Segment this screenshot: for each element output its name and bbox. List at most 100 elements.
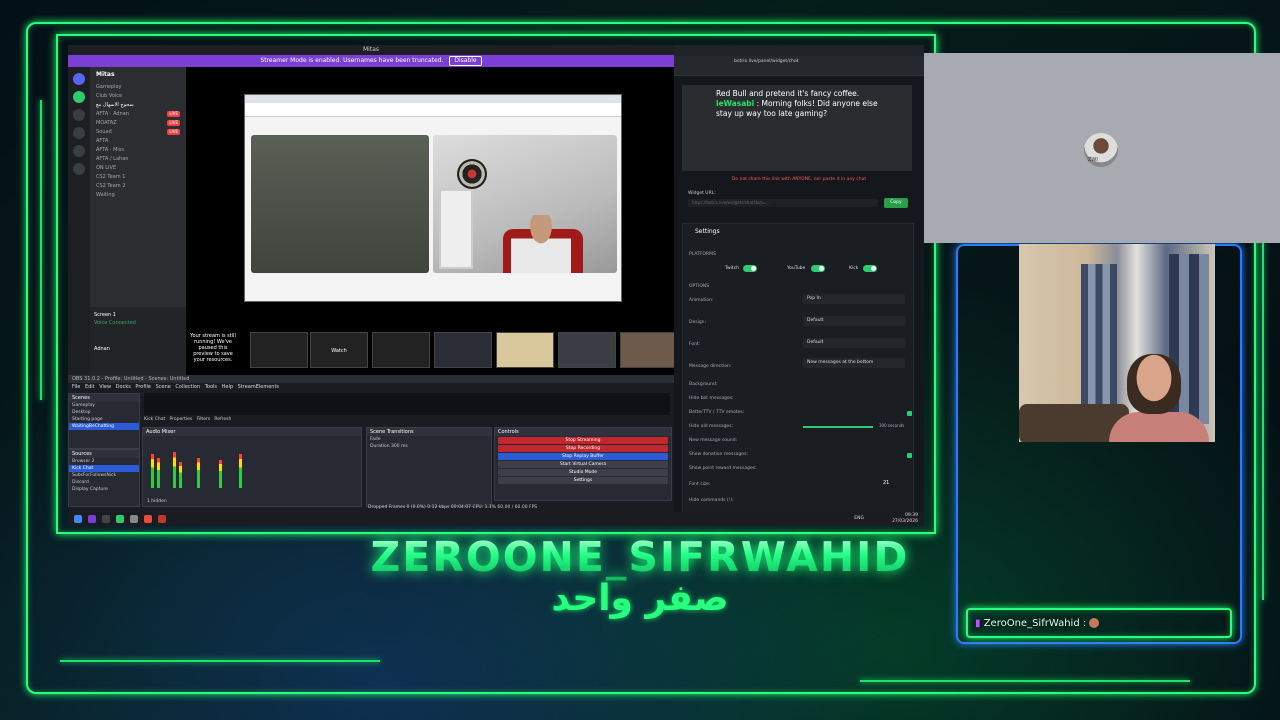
refresh-button[interactable]: Refresh [214, 417, 231, 422]
language-indicator[interactable]: ENG [854, 516, 864, 521]
circuit-line [860, 680, 1190, 682]
stream-thumb[interactable] [372, 332, 430, 368]
platforms-label: PLATFORMS [689, 252, 716, 257]
font-select[interactable]: Default [803, 338, 905, 348]
scene-item[interactable]: Starting page [69, 416, 139, 423]
server-icon[interactable] [73, 109, 85, 121]
scene-item[interactable]: Desktop [69, 409, 139, 416]
stream-thumb[interactable] [434, 332, 492, 368]
stop-streaming-button[interactable]: Stop Streaming [498, 437, 668, 444]
channel-user[interactable]: AFTA · Adnan [96, 110, 180, 119]
voice-panel: Screen 1 Voice Connected Adnan [90, 307, 186, 375]
stream-thumb[interactable] [620, 332, 674, 368]
stream-thumb[interactable] [558, 332, 616, 368]
youtube-toggle[interactable] [811, 265, 825, 272]
browser-tabs[interactable] [674, 45, 924, 56]
channel-item[interactable]: Club Voice [96, 92, 180, 101]
option-label: Show donation messages: [689, 452, 748, 457]
server-name[interactable]: Mitas [96, 71, 180, 83]
source-item[interactable]: Display Capture [69, 486, 139, 493]
clock[interactable]: 09:39 27/03/2026 [892, 513, 918, 525]
discord-window: Mitas Streamer Mode is enabled. Username… [68, 45, 674, 375]
platform-twitch: Twitch [725, 266, 740, 271]
animation-label: Animation: [689, 298, 714, 303]
hide-old-slider[interactable] [803, 426, 873, 428]
dartboard [457, 159, 487, 189]
stream-thumb[interactable] [250, 332, 308, 368]
channel-item[interactable]: CS2 Team 2 [96, 182, 180, 191]
donation-checkbox[interactable] [907, 453, 912, 458]
transition-select[interactable]: Fade [367, 436, 491, 443]
mixer-panel: Audio Mixer 1 hidden [142, 427, 362, 507]
taskbar-app-icon[interactable] [144, 515, 152, 523]
option-label: Show point reward messages: [689, 466, 757, 471]
server-icon[interactable] [73, 91, 85, 103]
disable-button[interactable]: Disable [449, 56, 482, 66]
source-item[interactable]: Kick Chat [69, 465, 139, 472]
stream-stage: Your stream is still running! We've paus… [186, 67, 674, 375]
design-select[interactable]: Default [803, 316, 905, 326]
shared-screen[interactable] [244, 94, 622, 302]
taskbar-app-icon[interactable] [88, 515, 96, 523]
server-icon[interactable] [73, 163, 85, 175]
stop-replay-button[interactable]: Stop Replay Buffer [498, 453, 668, 460]
channel-user[interactable]: AFTA · Miss [96, 146, 180, 155]
filters-button[interactable]: Filters [197, 417, 211, 422]
properties-button[interactable]: Properties [170, 417, 193, 422]
audio-meter [239, 454, 242, 488]
start-icon[interactable] [74, 515, 82, 523]
obs-preview[interactable] [144, 393, 670, 415]
clock-date: 27/03/2026 [892, 519, 918, 524]
settings-button[interactable]: Settings [498, 477, 668, 484]
url-bar[interactable]: botrix.live/panel/widget/chat [674, 56, 924, 67]
hide-old-value: 300 seconds [879, 423, 905, 428]
direction-select[interactable]: New messages at the bottom [803, 358, 905, 368]
server-icon[interactable] [73, 73, 85, 85]
studio-mode-button[interactable]: Studio Mode [498, 469, 668, 476]
server-icon[interactable] [73, 145, 85, 157]
widget-url-field[interactable]: https://botrix.live/widgets/chat?bid=... [688, 199, 878, 207]
channel-user[interactable]: Souad [96, 128, 180, 137]
bttv-checkbox[interactable] [907, 411, 912, 416]
channel-item[interactable]: CS2 Team 1 [96, 173, 180, 182]
user-name[interactable]: Adnan [94, 346, 182, 352]
twitch-toggle[interactable] [743, 265, 757, 272]
taskbar-app-icon[interactable] [116, 515, 124, 523]
channel-item[interactable]: Gameplay [96, 83, 180, 92]
channel-item[interactable]: Waiting [96, 191, 180, 200]
browser-bar [245, 95, 621, 103]
channel-user[interactable]: AFTA [96, 137, 180, 146]
option-label: Hide commands (!): [689, 498, 734, 503]
duration-field[interactable]: Duration 300 ms [367, 443, 491, 450]
scene-item[interactable]: Gameplay [69, 402, 139, 409]
stream-thumb[interactable] [496, 332, 554, 368]
chat-username: leWasabi [716, 99, 755, 108]
video-tile-right[interactable] [433, 135, 617, 273]
server-icon[interactable] [73, 127, 85, 139]
banner-text: Streamer Mode is enabled. Usernames have… [260, 57, 444, 64]
channel-user[interactable]: MOATAZ [96, 119, 180, 128]
copy-button[interactable]: Copy [884, 198, 908, 208]
channel-item[interactable]: ON LIVE [96, 164, 180, 173]
stream-thumb-watch[interactable]: Watch [310, 332, 368, 368]
source-item[interactable]: SubsForFollowsNick [69, 472, 139, 479]
virtual-camera-button[interactable]: Start Virtual Camera [498, 461, 668, 468]
facecam [1019, 244, 1215, 442]
kick-toggle[interactable] [863, 265, 877, 272]
font-size-value[interactable]: 21 [883, 480, 889, 486]
animation-select[interactable]: Pop In [803, 294, 905, 304]
taskbar-app-icon[interactable] [130, 515, 138, 523]
video-tile-left[interactable] [251, 135, 429, 273]
source-item[interactable]: Discord [69, 479, 139, 486]
chat-line-text: ZeroOne_SifrWahid : [983, 618, 1087, 629]
source-item[interactable]: Browser 2 [69, 458, 139, 465]
taskbar-app-icon[interactable] [158, 515, 166, 523]
channel-item[interactable]: سحوج الاسهال مع [96, 101, 180, 110]
option-label: Hide old messages: [689, 424, 734, 429]
option-label: Hide bot messages: [689, 396, 734, 401]
scene-item-selected[interactable]: WaitingBeChatting [69, 423, 139, 430]
taskbar-app-icon[interactable] [102, 515, 110, 523]
obs-menu[interactable]: File Edit View Docks Profile Scene Colle… [68, 383, 674, 391]
stop-recording-button[interactable]: Stop Recording [498, 445, 668, 452]
channel-user[interactable]: AFTA / Lahan [96, 155, 180, 164]
